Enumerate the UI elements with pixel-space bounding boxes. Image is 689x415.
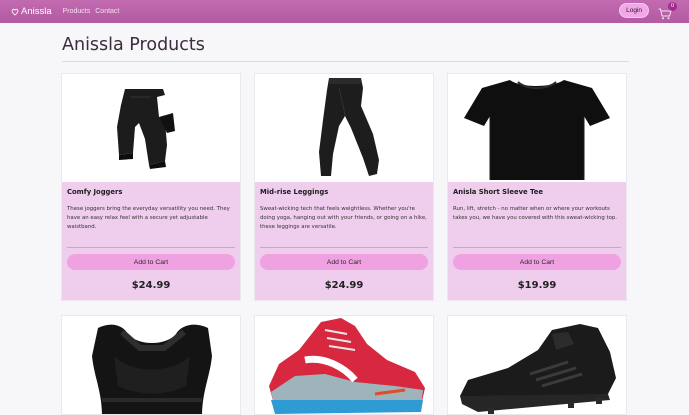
product-name[interactable]: Mid-rise Leggings xyxy=(260,188,428,196)
login-button[interactable]: Login xyxy=(619,3,649,18)
card-divider xyxy=(67,247,235,248)
leggings-image[interactable] xyxy=(255,74,433,182)
product-card-body: Anisla Short Sleeve Tee Run, lift, stret… xyxy=(448,182,626,300)
brand-name: Anissla xyxy=(21,6,52,17)
product-price: $19.99 xyxy=(517,280,557,291)
nav-actions: Login 0 xyxy=(619,1,677,19)
product-description: These joggers bring the everyday versati… xyxy=(67,206,230,230)
product-card: Anisla Short Sleeve Tee Run, lift, stret… xyxy=(447,73,627,301)
tee-image[interactable] xyxy=(448,74,626,182)
product-card: Mid-rise Leggings Sweat-wicking tech tha… xyxy=(254,73,434,301)
product-card xyxy=(61,315,241,415)
cart-button[interactable]: 0 xyxy=(658,1,677,19)
product-description: Run, lift, stretch - no matter when or w… xyxy=(453,206,618,221)
product-name[interactable]: Comfy Joggers xyxy=(67,188,235,196)
product-card-body: Comfy Joggers These joggers bring the ev… xyxy=(62,182,240,300)
product-description: Sweat-wicking tech that feels weightless… xyxy=(260,206,427,230)
product-price: $24.99 xyxy=(131,280,171,291)
page-title: Anissla Products xyxy=(62,35,205,55)
cleat-image[interactable] xyxy=(448,316,627,415)
sports-bra-image[interactable] xyxy=(62,316,241,415)
product-card xyxy=(447,315,627,415)
product-card-body: Mid-rise Leggings Sweat-wicking tech tha… xyxy=(255,182,433,300)
add-to-cart-button[interactable]: Add to Cart xyxy=(453,254,621,270)
heart-icon xyxy=(11,8,19,16)
cart-count-badge: 0 xyxy=(668,1,677,11)
brand-link[interactable]: Anissla xyxy=(11,6,52,17)
product-card xyxy=(254,315,434,415)
add-to-cart-button[interactable]: Add to Cart xyxy=(260,254,428,270)
joggers-image[interactable] xyxy=(62,74,240,182)
navbar: Anissla Products Contact Login 0 xyxy=(0,0,689,23)
product-card: Comfy Joggers These joggers bring the ev… xyxy=(61,73,241,301)
card-divider xyxy=(453,247,621,248)
nav-link-contact[interactable]: Contact xyxy=(95,8,119,15)
running-shoe-image[interactable] xyxy=(255,316,434,415)
title-divider xyxy=(62,61,629,62)
nav-link-products[interactable]: Products xyxy=(63,8,91,15)
product-name[interactable]: Anisla Short Sleeve Tee xyxy=(453,188,621,196)
product-price: $24.99 xyxy=(324,280,364,291)
card-divider xyxy=(260,247,428,248)
add-to-cart-button[interactable]: Add to Cart xyxy=(67,254,235,270)
